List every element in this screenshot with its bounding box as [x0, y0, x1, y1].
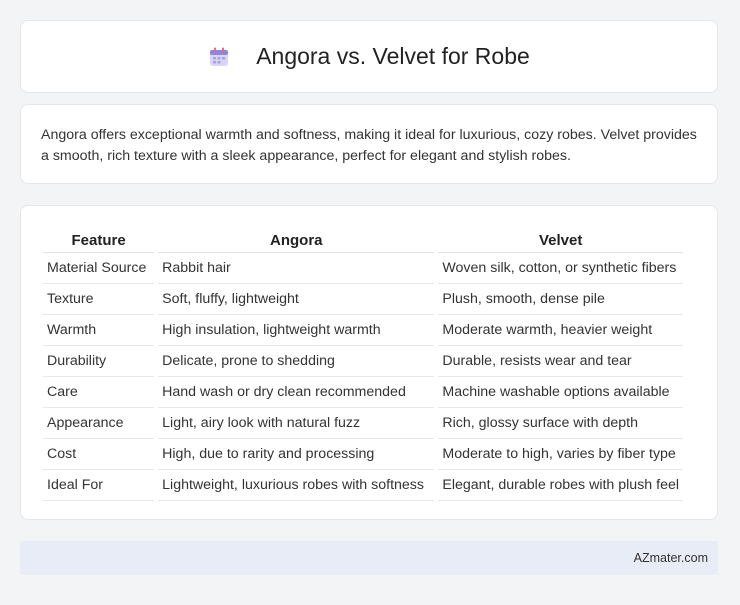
feature-cell: Durability	[43, 346, 155, 377]
comparison-table: Feature Angora Velvet Material Source Rab…	[39, 226, 687, 501]
table-row: Durability Delicate, prone to shedding Dur…	[43, 346, 683, 377]
velvet-cell: Rich, glossy surface with depth	[438, 408, 683, 439]
table-row: Cost High, due to rarity and processing Mo…	[43, 439, 683, 470]
table-row: Ideal For Lightweight, luxurious robes wi…	[43, 470, 683, 501]
velvet-cell: Durable, resists wear and tear	[438, 346, 683, 377]
angora-cell: Lightweight, luxurious robes with softne…	[158, 470, 435, 501]
velvet-cell: Machine washable options available	[438, 377, 683, 408]
footer: AZmater.com	[20, 541, 718, 575]
table-header-row: Feature Angora Velvet	[43, 226, 683, 253]
angora-cell: Rabbit hair	[158, 253, 435, 284]
comparison-table-card: Feature Angora Velvet Material Source Rab…	[20, 205, 718, 520]
angora-cell: Hand wash or dry clean recommended	[158, 377, 435, 408]
feature-cell: Care	[43, 377, 155, 408]
table-row: Texture Soft, fluffy, lightweight Plush, s…	[43, 284, 683, 315]
velvet-cell: Woven silk, cotton, or synthetic fibers	[438, 253, 683, 284]
title-card: Angora vs. Velvet for Robe	[20, 20, 718, 93]
summary-text: Angora offers exceptional warmth and sof…	[41, 127, 697, 164]
page-title: Angora vs. Velvet for Robe	[256, 43, 530, 69]
feature-cell: Cost	[43, 439, 155, 470]
feature-cell: Material Source	[43, 253, 155, 284]
feature-cell: Ideal For	[43, 470, 155, 501]
angora-cell: High insulation, lightweight warmth	[158, 315, 435, 346]
angora-cell: Delicate, prone to shedding	[158, 346, 435, 377]
column-header-feature: Feature	[43, 226, 155, 253]
feature-cell: Texture	[43, 284, 155, 315]
velvet-cell: Elegant, durable robes with plush feel	[438, 470, 683, 501]
angora-cell: Soft, fluffy, lightweight	[158, 284, 435, 315]
angora-cell: Light, airy look with natural fuzz	[158, 408, 435, 439]
table-row: Warmth High insulation, lightweight warmt…	[43, 315, 683, 346]
calendar-icon	[208, 46, 230, 68]
summary-card: Angora offers exceptional warmth and sof…	[20, 104, 718, 184]
feature-cell: Warmth	[43, 315, 155, 346]
velvet-cell: Plush, smooth, dense pile	[438, 284, 683, 315]
velvet-cell: Moderate to high, varies by fiber type	[438, 439, 683, 470]
table-row: Appearance Light, airy look with natural …	[43, 408, 683, 439]
table-row: Care Hand wash or dry clean recommended Ma…	[43, 377, 683, 408]
footer-brand: AZmater.com	[633, 551, 708, 565]
angora-cell: High, due to rarity and processing	[158, 439, 435, 470]
velvet-cell: Moderate warmth, heavier weight	[438, 315, 683, 346]
column-header-angora: Angora	[158, 226, 435, 253]
feature-cell: Appearance	[43, 408, 155, 439]
column-header-velvet: Velvet	[438, 226, 683, 253]
table-row: Material Source Rabbit hair Woven silk, co…	[43, 253, 683, 284]
